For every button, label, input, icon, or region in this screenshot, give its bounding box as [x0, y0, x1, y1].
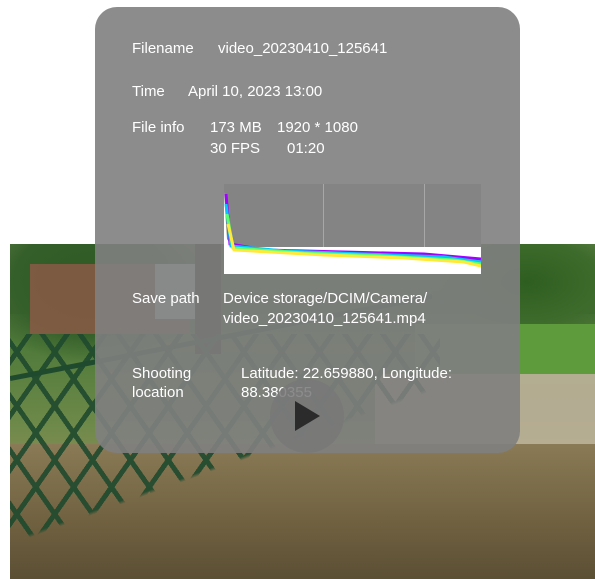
save-path-label: Save path	[132, 290, 200, 307]
color-histogram	[224, 184, 481, 274]
save-path-line-1: Device storage/DCIM/Camera/	[223, 290, 428, 307]
location-label-line-1: Shooting	[132, 365, 192, 382]
time-value: April 10, 2023 13:00	[188, 83, 323, 100]
save-path-line-2: video_20230410_125641.mp4	[223, 310, 426, 327]
file-size-value: 173 MB	[210, 119, 262, 136]
location-label-line-2: location	[132, 384, 184, 401]
histogram-graph	[224, 192, 481, 274]
time-label: Time	[132, 83, 165, 100]
filename-label: Filename	[132, 40, 194, 57]
file-info-label: File info	[132, 119, 185, 136]
filename-value: video_20230410_125641	[218, 40, 388, 57]
fps-value: 30 FPS	[210, 140, 261, 157]
play-icon	[295, 401, 320, 431]
play-button[interactable]	[270, 379, 344, 453]
location-line-1: Latitude: 22.659880, Longitude:	[241, 365, 453, 382]
resolution-value: 1920 * 1080	[277, 119, 358, 136]
duration-value: 01:20	[287, 140, 325, 157]
